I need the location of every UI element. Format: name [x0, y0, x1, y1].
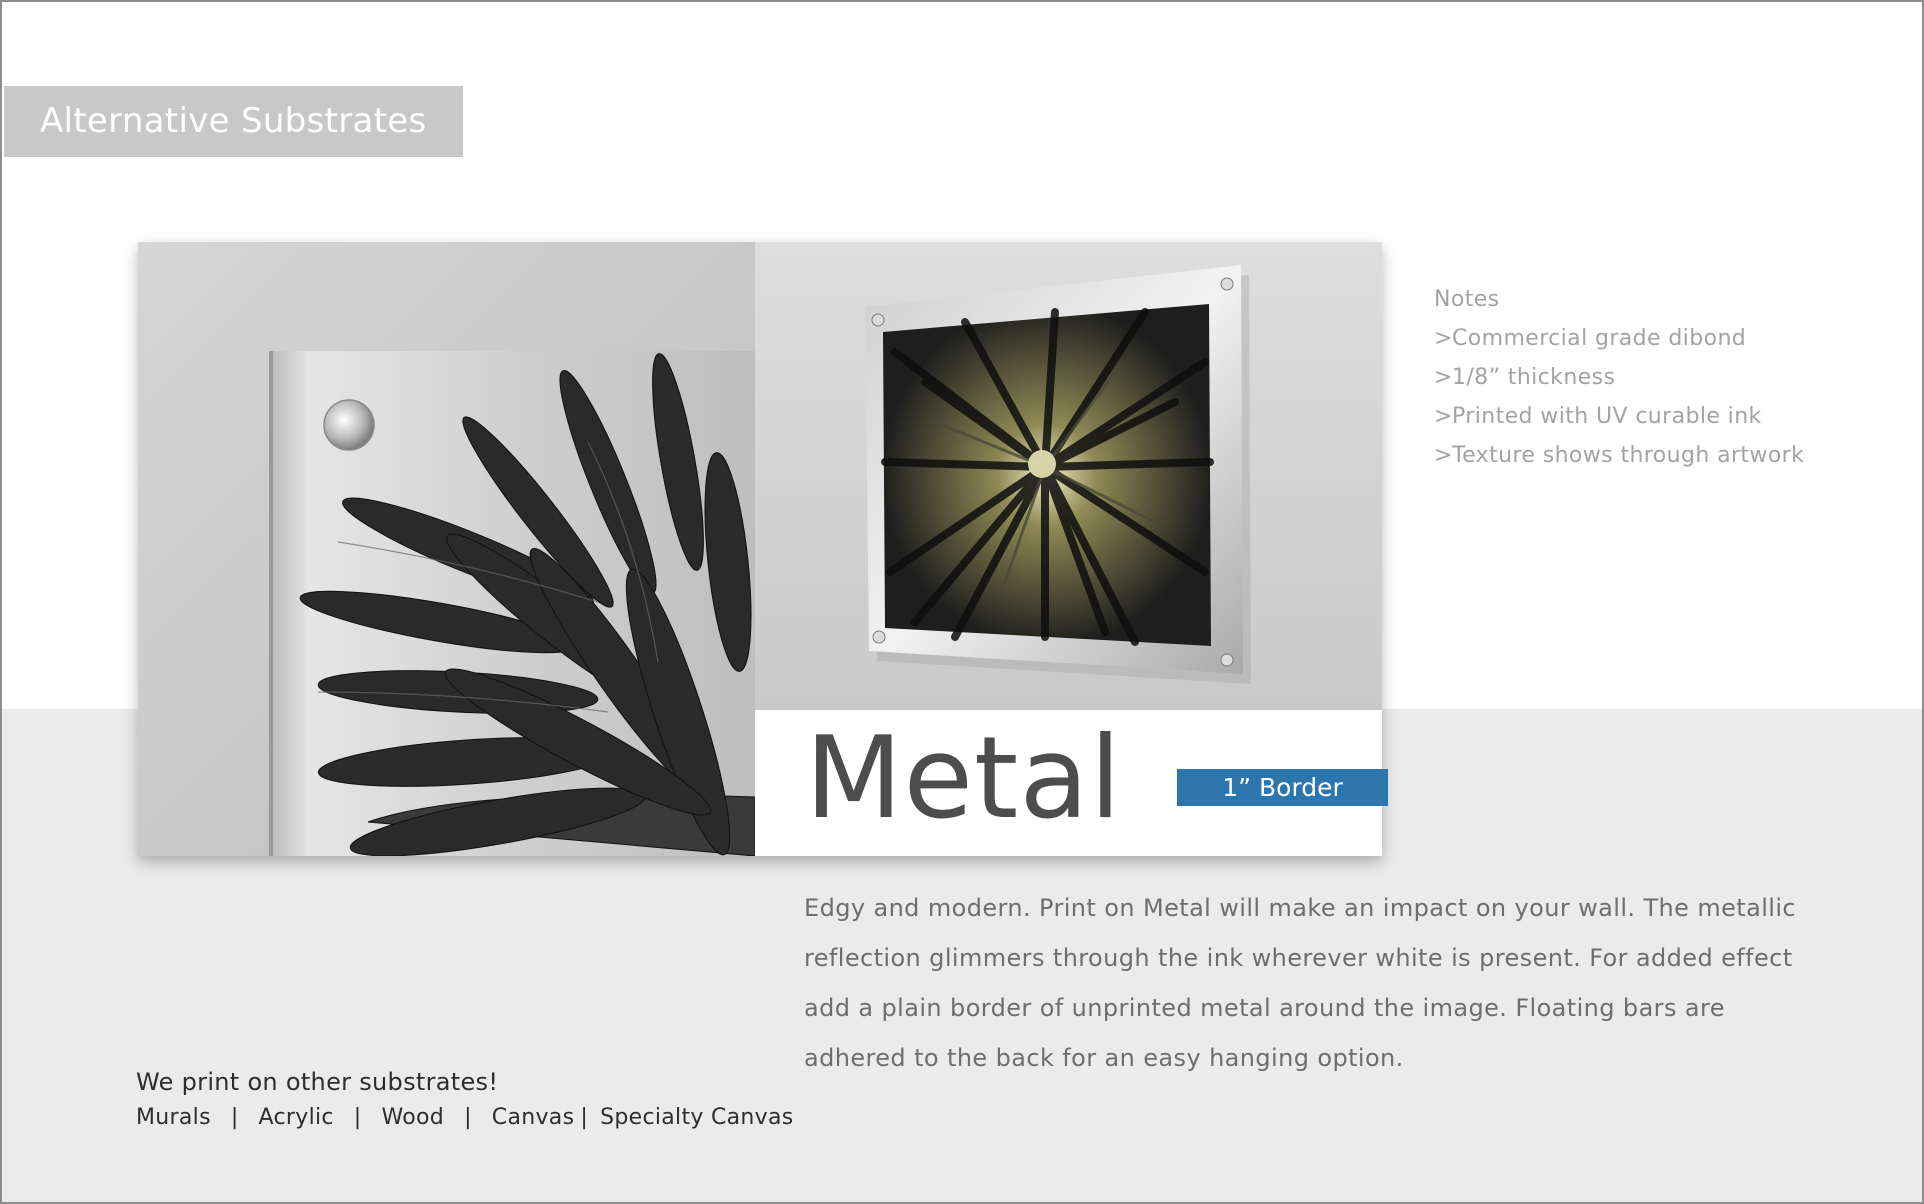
- chevron-right-icon: >: [1434, 365, 1453, 390]
- notes-item: >Texture shows through artwork: [1434, 440, 1804, 472]
- closeup-photo: [138, 242, 755, 856]
- chevron-right-icon: >: [1434, 326, 1453, 351]
- page-frame: Alternative Substrates Metal 1” Border N…: [0, 0, 1924, 1204]
- separator: |: [580, 1105, 589, 1130]
- product-name: Metal: [805, 712, 1122, 844]
- notes-item: >Printed with UV curable ink: [1434, 401, 1804, 433]
- other-substrates-heading: We print on other substrates!: [136, 1068, 499, 1096]
- other-substrates: We print on other substrates! Murals | Acr…: [136, 1064, 794, 1136]
- notes-panel: Notes >Commercial grade dibond >1/8” thi…: [1434, 284, 1804, 479]
- chevron-right-icon: >: [1434, 443, 1453, 468]
- separator: |: [353, 1105, 362, 1130]
- separator: |: [464, 1105, 472, 1130]
- substrate-link-canvas[interactable]: Canvas: [492, 1105, 575, 1130]
- section-title: Alternative Substrates: [4, 86, 463, 157]
- notes-item: >Commercial grade dibond: [1434, 323, 1804, 355]
- separator: |: [230, 1105, 239, 1130]
- substrate-link-specialty-canvas[interactable]: Specialty Canvas: [600, 1105, 793, 1130]
- substrate-link-wood[interactable]: Wood: [382, 1105, 445, 1130]
- notes-item: >1/8” thickness: [1434, 362, 1804, 394]
- notes-list: >Commercial grade dibond >1/8” thickness…: [1434, 323, 1804, 472]
- substrate-list: Murals | Acrylic | Wood | Canvas | Specialty Can…: [136, 1100, 794, 1136]
- notes-title: Notes: [1434, 287, 1500, 312]
- wall-photo: [755, 242, 1382, 710]
- chevron-right-icon: >: [1434, 404, 1453, 429]
- substrate-link-acrylic[interactable]: Acrylic: [259, 1105, 334, 1130]
- product-description: Edgy and modern. Print on Metal will mak…: [804, 894, 1796, 1072]
- substrate-link-murals[interactable]: Murals: [136, 1105, 211, 1130]
- border-badge: 1” Border: [1177, 769, 1388, 806]
- product-photo-panel: [138, 242, 1382, 856]
